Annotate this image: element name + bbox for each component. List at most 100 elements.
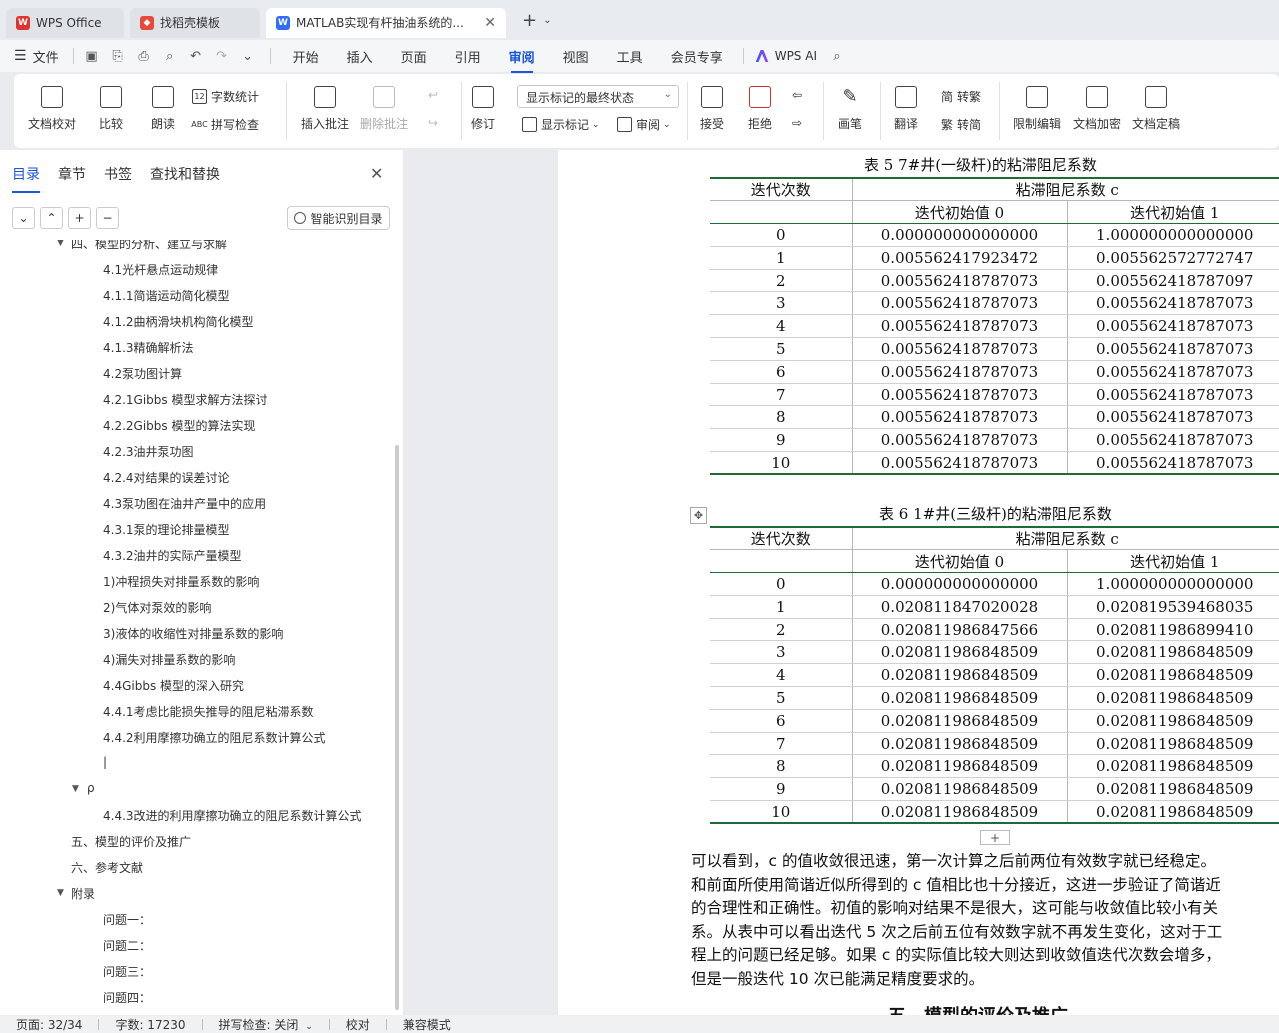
accept-button[interactable]: 接受 xyxy=(700,86,724,132)
compare-button[interactable]: 比较 xyxy=(99,86,123,132)
show-markup-button[interactable]: 显示标记 ⌄ xyxy=(522,116,600,133)
translate-button[interactable]: 翻译 xyxy=(894,86,918,132)
toc-item[interactable]: 3)液体的收缩性对排量系数的影响 xyxy=(103,625,283,642)
prev-change-icon[interactable]: ⇦ xyxy=(792,88,802,102)
toc-item[interactable]: 1)冲程损失对排量系数的影响 xyxy=(103,573,259,590)
menu-tab-references[interactable]: 引用 xyxy=(455,47,481,66)
toc-item[interactable]: 4.1.3精确解析法 xyxy=(103,339,194,356)
iteration-cell: 6 xyxy=(710,709,852,733)
add-table-row-icon[interactable]: + xyxy=(980,830,1010,845)
toc-item[interactable]: 五、模型的评价及推广 xyxy=(71,833,191,850)
collapse-up-icon[interactable]: ⌃ xyxy=(40,207,63,229)
new-tab-icon[interactable]: + xyxy=(522,10,537,31)
markup-state-select[interactable]: 显示标记的最终状态 ⌄ xyxy=(517,85,679,108)
menu-tab-tools[interactable]: 工具 xyxy=(617,47,643,66)
toc-item[interactable]: 4.4.2利用摩擦功确立的阻尼系数计算公式 xyxy=(103,729,326,746)
revise-button[interactable]: 修订 xyxy=(471,86,495,132)
toc-item[interactable]: 4.3.2油井的实际产量模型 xyxy=(103,547,242,564)
remove-heading-icon[interactable]: − xyxy=(96,207,119,229)
toc-item[interactable]: 4.2泵功图计算 xyxy=(103,365,182,382)
save-icon[interactable]: ▣ xyxy=(84,48,100,64)
next-change-icon[interactable]: ⇨ xyxy=(792,116,802,130)
menu-tab-view[interactable]: 视图 xyxy=(563,47,589,66)
reject-button[interactable]: 拒绝 xyxy=(748,86,772,132)
toc-item[interactable]: 4.4.1考虑比能损失推导的阻尼粘滞系数 xyxy=(103,703,314,720)
toc-item[interactable]: 四、模型的分析、建立与求解 xyxy=(71,240,227,252)
tab-document[interactable]: W MATLAB实现有杆抽油系统的... ✕ xyxy=(266,7,506,38)
next-comment-icon[interactable]: ↪ xyxy=(428,116,438,130)
close-icon[interactable]: ✕ xyxy=(370,164,383,183)
toc-item[interactable]: 4.4.3改进的利用摩擦功确立的阻尼系数计算公式 xyxy=(103,807,362,824)
chevron-down-icon[interactable]: ⌄ xyxy=(543,15,551,26)
expand-arrow-icon[interactable]: ▼ xyxy=(57,240,64,248)
read-aloud-button[interactable]: 朗读 xyxy=(151,86,175,132)
toc-item[interactable]: 4.2.1Gibbs 模型求解方法探讨 xyxy=(103,391,267,408)
spell-check-toggle[interactable]: 拼写检查: 关闭 ⌄ xyxy=(219,1016,313,1033)
tab-sections[interactable]: 章节 xyxy=(58,164,86,184)
table-move-handle-icon[interactable]: ✥ xyxy=(690,507,707,524)
chevron-down-icon[interactable]: ⌄ xyxy=(240,48,256,64)
tab-toc[interactable]: 目录 xyxy=(12,164,40,193)
tab-templates[interactable]: ◆ 找稻壳模板 xyxy=(130,7,260,38)
toc-item[interactable]: 问题三： xyxy=(103,963,151,980)
toc-item[interactable]: 4.2.3油井泵功图 xyxy=(103,443,194,460)
toc-item[interactable]: 问题一： xyxy=(103,911,151,928)
tab-wps-office[interactable]: W WPS Office xyxy=(6,7,124,38)
smart-toc-button[interactable]: 智能识别目录 xyxy=(287,206,390,230)
menu-tab-review[interactable]: 审阅 xyxy=(509,47,535,73)
toc-item[interactable]: 附录 xyxy=(71,885,95,902)
toc-item[interactable]: 问题二： xyxy=(103,937,151,954)
toc-item[interactable]: 问题四： xyxy=(103,989,151,1006)
expand-arrow-icon[interactable]: ▼ xyxy=(72,784,79,794)
expand-down-icon[interactable]: ⌄ xyxy=(12,207,35,229)
toc-item[interactable]: 六、参考文献 xyxy=(71,859,143,876)
toc-item[interactable]: | xyxy=(103,755,107,769)
proofread-button[interactable]: 校对 xyxy=(346,1016,370,1033)
doc-encrypt-button[interactable]: 文档加密 xyxy=(1073,86,1121,132)
toc-item[interactable]: 4.1光杆悬点运动规律 xyxy=(103,261,218,278)
restrict-edit-button[interactable]: 限制编辑 xyxy=(1013,86,1061,132)
toc-item[interactable]: 4.2.4对结果的误差讨论 xyxy=(103,469,230,486)
doc-finalize-button[interactable]: 文档定稿 xyxy=(1132,86,1180,132)
toc-item[interactable]: ρ xyxy=(87,781,95,795)
word-count-button[interactable]: 12 字数统计 xyxy=(192,88,259,105)
toc-item[interactable]: 4)漏失对排量系数的影响 xyxy=(103,651,235,668)
undo-icon[interactable]: ↶ xyxy=(188,48,204,64)
tab-bookmarks[interactable]: 书签 xyxy=(104,164,132,184)
tab-find-replace[interactable]: 查找和替换 xyxy=(150,164,220,184)
toc-item[interactable]: 4.3.1泵的理论排量模型 xyxy=(103,521,230,538)
redo-icon[interactable]: ↷ xyxy=(214,48,230,64)
doc-check-button[interactable]: 文档校对 xyxy=(28,86,76,132)
search-icon[interactable]: ⌕ xyxy=(829,48,845,64)
review-pane-button[interactable]: 审阅 ⌄ xyxy=(617,116,671,133)
spell-check-button[interactable]: ABC 拼写检查 xyxy=(191,116,259,133)
word-count-indicator[interactable]: 字数: 17230 xyxy=(115,1016,185,1033)
wps-ai-button[interactable]: WPS AI xyxy=(755,49,817,63)
insert-comment-button[interactable]: 插入批注 xyxy=(301,86,349,132)
close-tab-icon[interactable]: ✕ xyxy=(484,15,496,31)
menu-tab-insert[interactable]: 插入 xyxy=(347,47,373,66)
toc-scrollbar[interactable] xyxy=(395,445,399,1010)
print-preview-icon[interactable]: ⌕ xyxy=(162,48,178,64)
expand-arrow-icon[interactable]: ▼ xyxy=(57,888,64,898)
toc-item[interactable]: 4.3泵功图在油井产量中的应用 xyxy=(103,495,266,512)
toc-item[interactable]: 4.1.2曲柄滑块机构简化模型 xyxy=(103,313,254,330)
value-cell: 0.020811986848509 xyxy=(851,640,1067,665)
delete-comment-button[interactable]: 删除批注 xyxy=(360,86,408,132)
prev-comment-icon[interactable]: ↩ xyxy=(428,88,438,102)
menu-tab-page[interactable]: 页面 xyxy=(401,47,427,66)
toc-item[interactable]: 4.2.2Gibbs 模型的算法实现 xyxy=(103,417,255,434)
file-menu[interactable]: ☰ 文件 xyxy=(14,47,59,66)
export-icon[interactable]: ⎘ xyxy=(110,48,126,64)
page-indicator[interactable]: 页面: 32/34 xyxy=(16,1016,82,1033)
pen-button[interactable]: ✎ 画笔 xyxy=(838,86,862,132)
menu-tab-member[interactable]: 会员专享 xyxy=(671,47,723,66)
toc-item[interactable]: 4.4Gibbs 模型的深入研究 xyxy=(103,677,244,694)
print-icon[interactable]: ⎙ xyxy=(136,48,152,64)
menu-tab-home[interactable]: 开始 xyxy=(293,47,319,66)
toc-item[interactable]: 4.1.1简谐运动简化模型 xyxy=(103,287,230,304)
to-traditional-button[interactable]: 简 转繁 xyxy=(941,88,981,105)
add-heading-icon[interactable]: + xyxy=(68,207,91,229)
toc-item[interactable]: 2)气体对泵效的影响 xyxy=(103,599,211,616)
to-simplified-button[interactable]: 繁 转简 xyxy=(941,116,981,133)
